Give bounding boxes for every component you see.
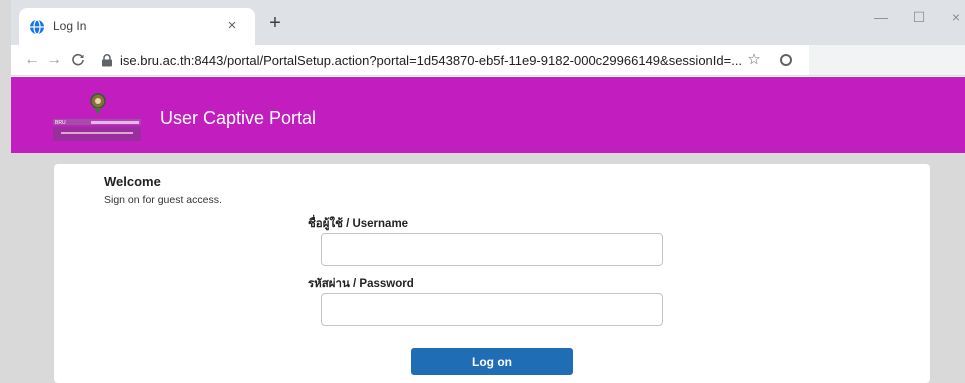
tab-close-icon[interactable]: × <box>222 16 242 36</box>
logo-text: BRU <box>55 120 66 126</box>
welcome-heading: Welcome <box>104 174 161 189</box>
log-on-button[interactable]: Log on <box>411 348 573 375</box>
username-input[interactable] <box>321 233 663 266</box>
toolbar-extension-area <box>809 45 965 75</box>
address-bar[interactable]: ise.bru.ac.th:8443/portal/PortalSetup.ac… <box>93 48 753 73</box>
browser-tab-strip: Log In × + — ☐ × <box>11 0 965 45</box>
window-minimize-button[interactable]: — <box>866 6 896 28</box>
tab-title: Log In <box>53 19 87 33</box>
window-edge-left <box>0 0 11 383</box>
window-maximize-button[interactable]: ☐ <box>904 6 934 28</box>
portal-title: User Captive Portal <box>160 108 317 128</box>
new-tab-button[interactable]: + <box>263 12 287 36</box>
welcome-subtitle: Sign on for guest access. <box>104 194 222 206</box>
extension-icon[interactable] <box>779 53 793 67</box>
portal-header: BRU User Captive Portal <box>11 77 965 153</box>
url-text: ise.bru.ac.th:8443/portal/PortalSetup.ac… <box>120 53 743 68</box>
browser-tab[interactable]: Log In × <box>19 8 255 45</box>
lock-icon <box>102 54 112 67</box>
username-label: ชื่อผู้ใช้ / Username <box>308 218 409 230</box>
window-close-button[interactable]: × <box>941 6 965 28</box>
globe-favicon-icon <box>30 19 44 35</box>
password-input[interactable] <box>321 293 663 326</box>
bookmark-star-icon[interactable]: ☆ <box>743 49 765 71</box>
forward-button[interactable]: → <box>43 49 65 71</box>
reload-button[interactable] <box>67 49 89 71</box>
reload-icon <box>72 53 84 66</box>
back-button[interactable]: ← <box>21 49 43 71</box>
password-label: รหัสผ่าน / Password <box>308 278 414 290</box>
browser-toolbar: ← → ise.bru.ac.th:8443/portal/PortalSetu… <box>11 45 965 76</box>
university-logo-icon: BRU <box>53 93 141 141</box>
